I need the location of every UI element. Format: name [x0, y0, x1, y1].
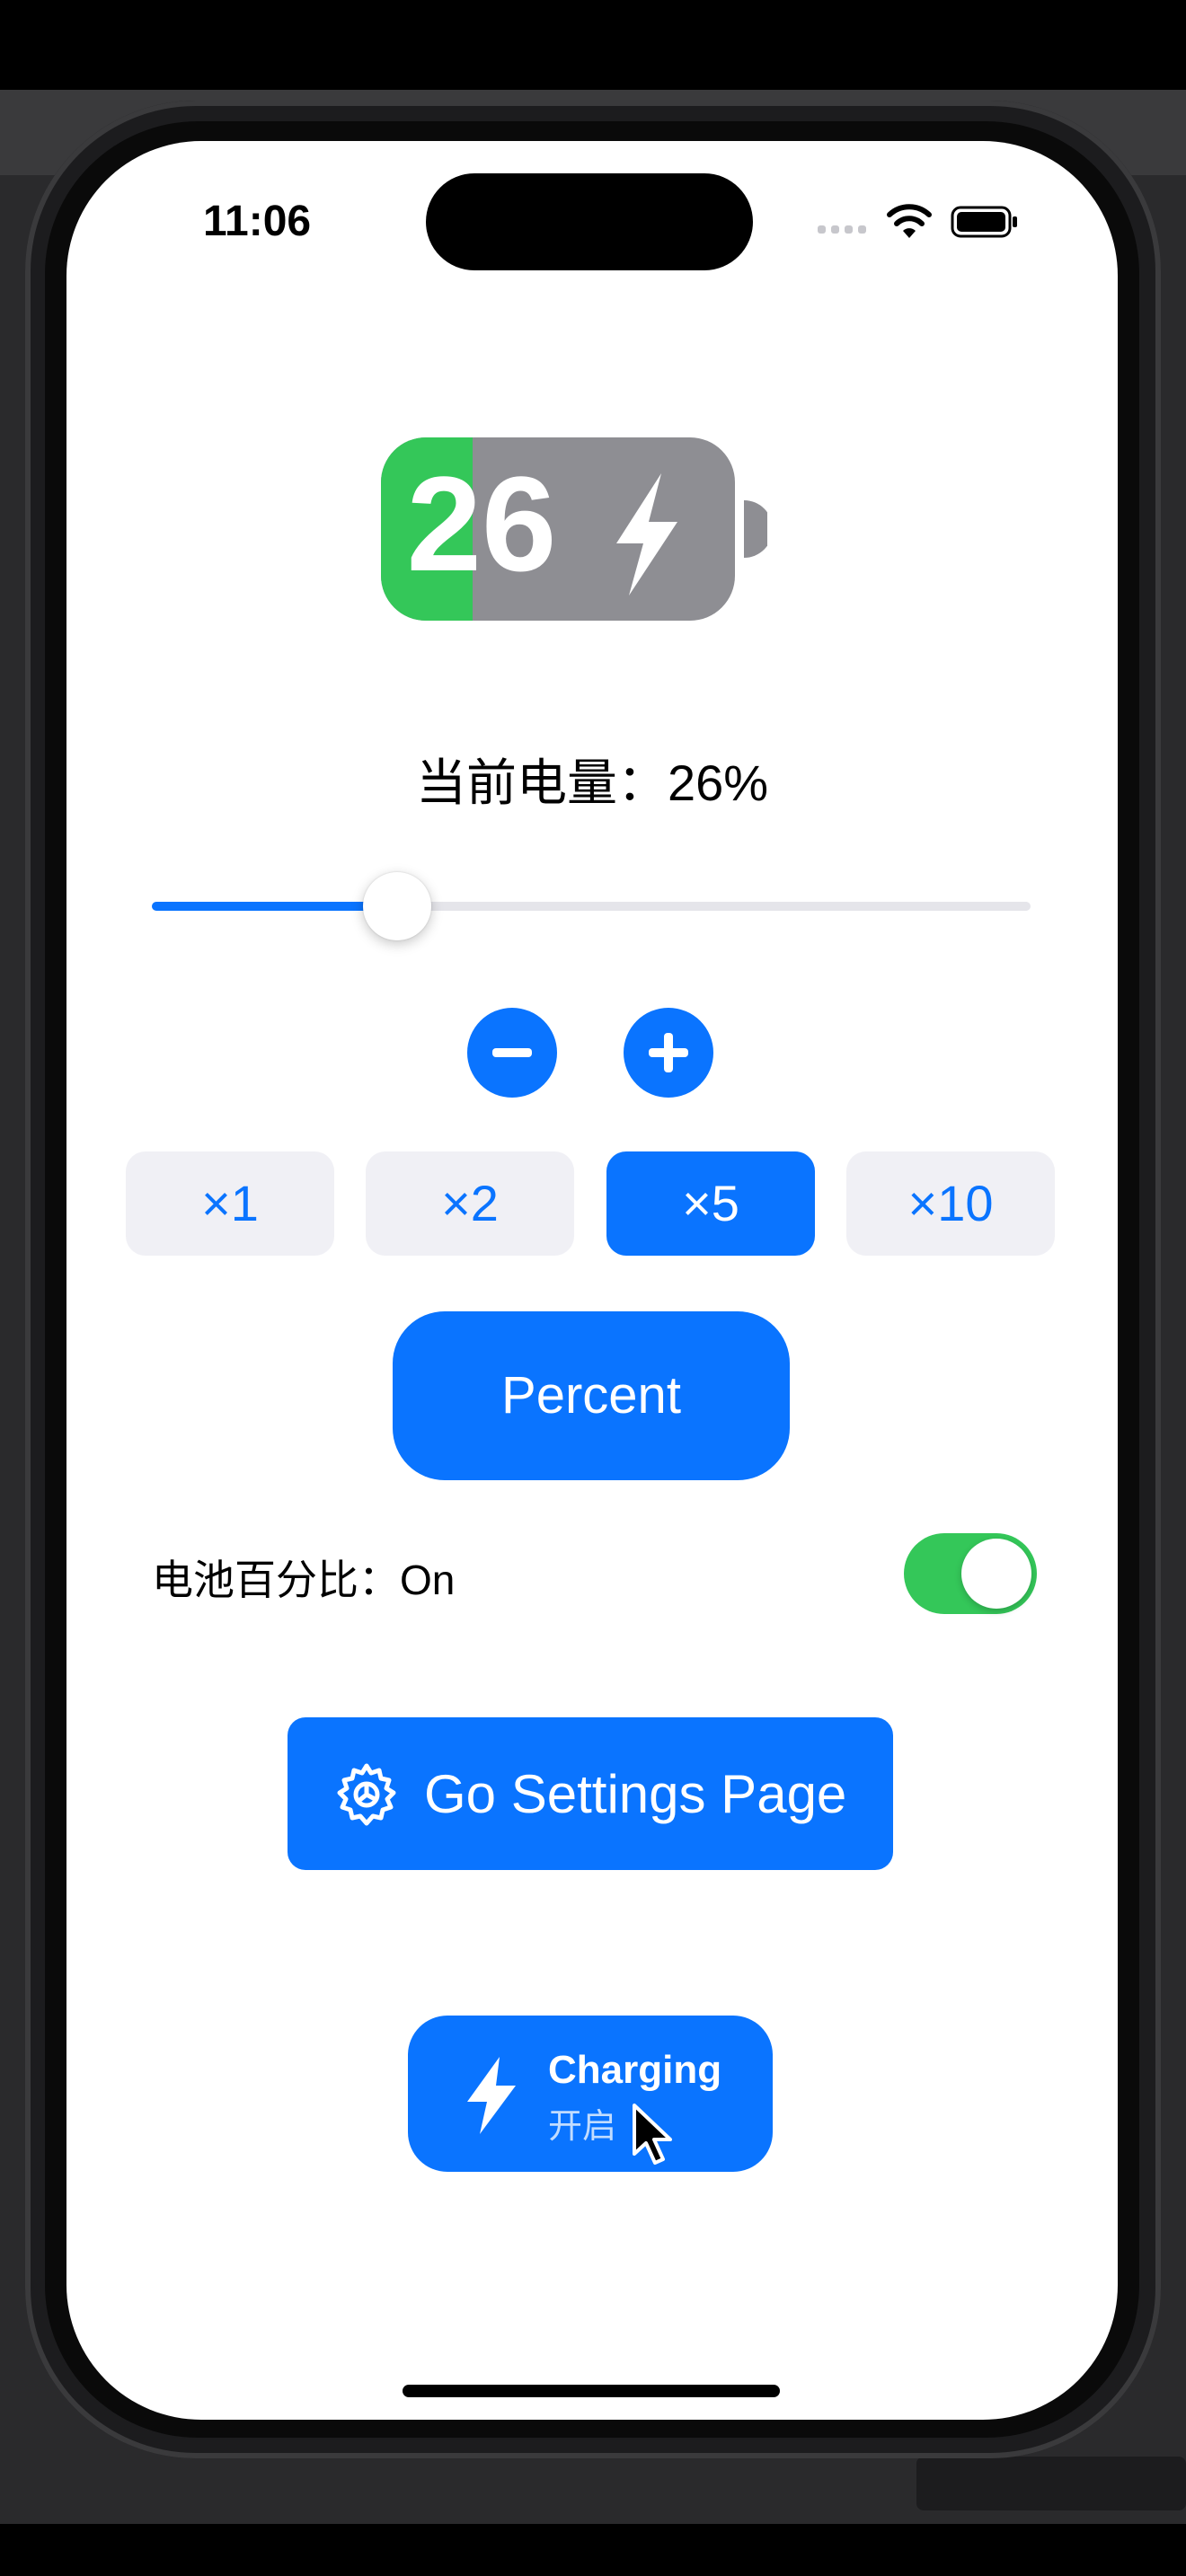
battery-slider[interactable] [152, 902, 1031, 911]
battery-terminal [744, 500, 767, 558]
desktop-panel [916, 2457, 1186, 2510]
status-time: 11:06 [203, 198, 312, 245]
battery-level-text: 当前电量：26% [415, 754, 769, 811]
charging-button[interactable]: Charging 开启 [408, 2016, 773, 2172]
battery-icon [951, 206, 1017, 238]
step-option-x5[interactable]: ×5 [606, 1151, 815, 1256]
battery-level-widget: 26 [381, 437, 767, 621]
slider-fill [152, 902, 397, 911]
step-option-x1[interactable]: ×1 [126, 1151, 334, 1256]
home-indicator[interactable] [403, 2385, 780, 2397]
step-option-x2[interactable]: ×2 [366, 1151, 574, 1256]
dynamic-island [426, 173, 753, 270]
charging-title: Charging [548, 2048, 722, 2092]
step-option-x10[interactable]: ×10 [846, 1151, 1055, 1256]
cellular-signal-icon [818, 225, 868, 234]
gear-icon [337, 1763, 396, 1826]
app-screen: 11:06 26 当前电量：26% ×1 ×2 ×5 ×10 Percent 电… [66, 141, 1118, 2420]
percentage-toggle-label: 电池百分比：On [152, 1557, 456, 1603]
decrease-button[interactable] [467, 1008, 557, 1098]
percentage-toggle[interactable] [904, 1533, 1037, 1614]
bolt-icon [467, 2057, 516, 2134]
go-settings-label: Go Settings Page [424, 1764, 847, 1824]
toggle-knob [961, 1539, 1031, 1609]
go-settings-button[interactable]: Go Settings Page [288, 1717, 893, 1870]
percent-button[interactable]: Percent [393, 1311, 790, 1480]
mouse-cursor-icon [633, 2104, 672, 2165]
wifi-icon [887, 204, 932, 238]
battery-level-number: 26 [407, 448, 557, 599]
charging-subtitle: 开启 [548, 2108, 617, 2146]
increase-button[interactable] [624, 1008, 713, 1098]
slider-thumb[interactable] [363, 872, 431, 940]
minus-icon [492, 1048, 532, 1057]
plus-icon [649, 1033, 688, 1072]
